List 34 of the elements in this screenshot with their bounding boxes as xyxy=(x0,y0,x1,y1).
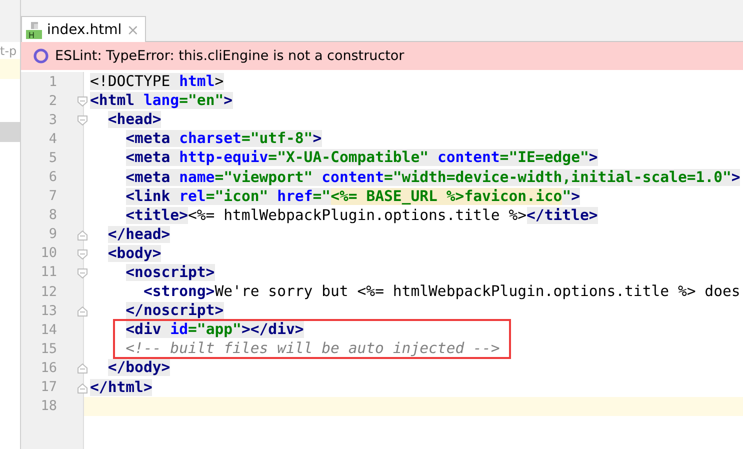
fold-icon[interactable] xyxy=(77,382,88,394)
line-number: 8 xyxy=(48,207,57,224)
line-number: 2 xyxy=(48,92,57,109)
fold-icon[interactable] xyxy=(77,230,88,241)
line-number: 17 xyxy=(40,379,57,396)
line-number: 3 xyxy=(48,112,57,128)
file-tab[interactable]: H index.html × xyxy=(21,16,146,42)
line-number: 12 xyxy=(40,284,57,300)
highlighted-row xyxy=(0,59,20,79)
line-number: 5 xyxy=(48,150,57,166)
line-number: 10 xyxy=(40,245,57,262)
code-line: <strong>We're sorry but <%= htmlWebpackPlugin.options.title %> does xyxy=(142,282,742,302)
line-number: 1 xyxy=(48,74,57,90)
line-number: 16 xyxy=(40,360,57,376)
code-line: <title><%= htmlWebpackPlugin.options.title %></title> xyxy=(124,206,599,225)
line-number: 9 xyxy=(48,226,57,242)
line-number: 6 xyxy=(48,169,57,186)
fold-icon[interactable] xyxy=(77,363,88,374)
line-number: 13 xyxy=(40,302,57,319)
eslint-ring-icon xyxy=(33,48,49,64)
fold-icon[interactable] xyxy=(77,115,88,126)
line-number: 15 xyxy=(40,340,57,357)
line-number: 4 xyxy=(48,130,57,147)
line-number: 7 xyxy=(48,188,57,204)
line-number: 14 xyxy=(40,322,57,338)
line-number: 18 xyxy=(40,398,57,414)
line-number: 11 xyxy=(40,264,57,280)
fold-icon[interactable] xyxy=(77,248,88,260)
error-message: ESLint: TypeError: this.cliEngine is not a constructor xyxy=(55,48,404,64)
code-line: <!-- built files will be auto injected --> xyxy=(124,339,501,358)
fold-icon[interactable] xyxy=(77,268,88,279)
fold-icon[interactable] xyxy=(77,306,88,318)
fold-icon[interactable] xyxy=(77,96,88,108)
panel-text: t-p xyxy=(0,43,17,59)
